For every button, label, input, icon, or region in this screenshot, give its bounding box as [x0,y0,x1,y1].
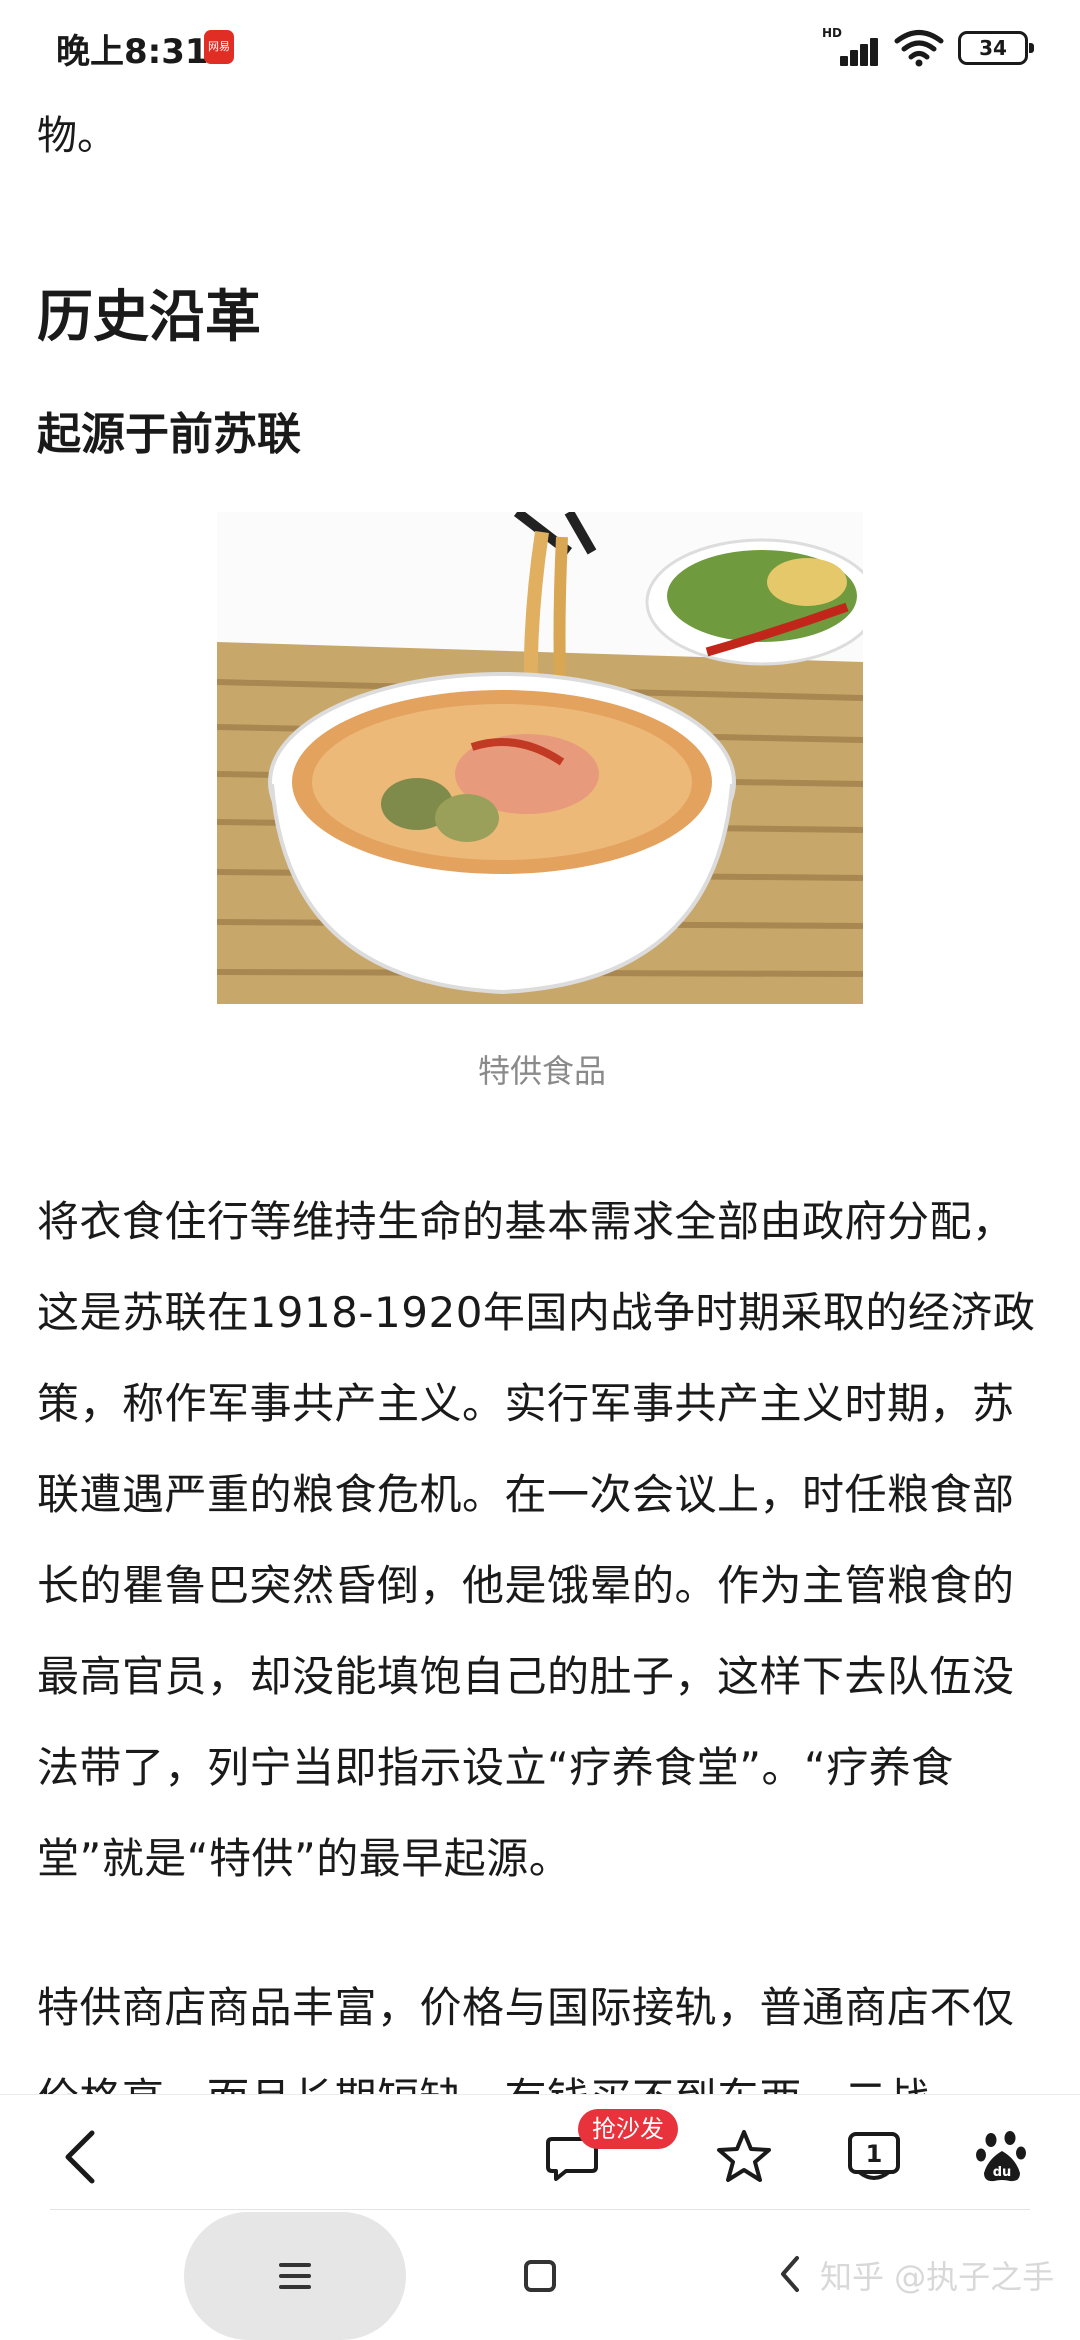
subsection-title: 起源于前苏联 [37,409,301,460]
wifi-icon [894,30,944,67]
article-paragraph: 将衣食住行等维持生命的基本需求全部由政府分配，这是苏联在1918-1920年国内… [37,1197,1036,1883]
status-bar: 晚上8:31 网易 HD 34 [0,0,1080,96]
bottom-toolbar: 抢沙发 1 du [0,2094,1080,2212]
section-title: 历史沿革 [37,285,261,350]
system-navigation-bar: 知乎 @执子之手 [0,2212,1080,2340]
sofa-badge[interactable]: 抢沙发 [578,2109,678,2149]
hd-label: HD [822,26,843,40]
chevron-left-icon [781,2256,799,2292]
signal-icon: HD [822,26,880,68]
reading-mode-button[interactable]: 1 [842,2125,906,2189]
paragraph-tail: 物。 [37,113,117,159]
baidu-button[interactable]: du [970,2125,1034,2189]
svg-text:du: du [993,2165,1012,2180]
book-icon: 1 [848,2132,900,2180]
square-icon [524,2260,556,2292]
favorite-button[interactable] [712,2125,776,2189]
figure-caption: 特供食品 [477,1052,606,1090]
back-button[interactable] [48,2125,112,2189]
star-icon [717,2130,771,2182]
status-icons: HD 34 [822,26,1034,70]
divider [50,2209,1030,2210]
paw-icon: du [976,2131,1026,2182]
menu-icon [279,2263,311,2289]
noodle-bowl-image[interactable] [217,512,863,1004]
battery-icon: 34 [958,31,1034,65]
home-button[interactable] [520,2256,560,2296]
watermark: 知乎 @执子之手 [820,2258,1055,2296]
read-count: 1 [866,2140,883,2168]
status-time: 晚上8:31 [56,32,209,72]
chevron-left-icon [65,2130,95,2184]
system-back-button[interactable] [770,2252,810,2296]
recent-apps-button[interactable] [184,2212,406,2340]
netease-app-icon: 网易 [204,30,234,64]
